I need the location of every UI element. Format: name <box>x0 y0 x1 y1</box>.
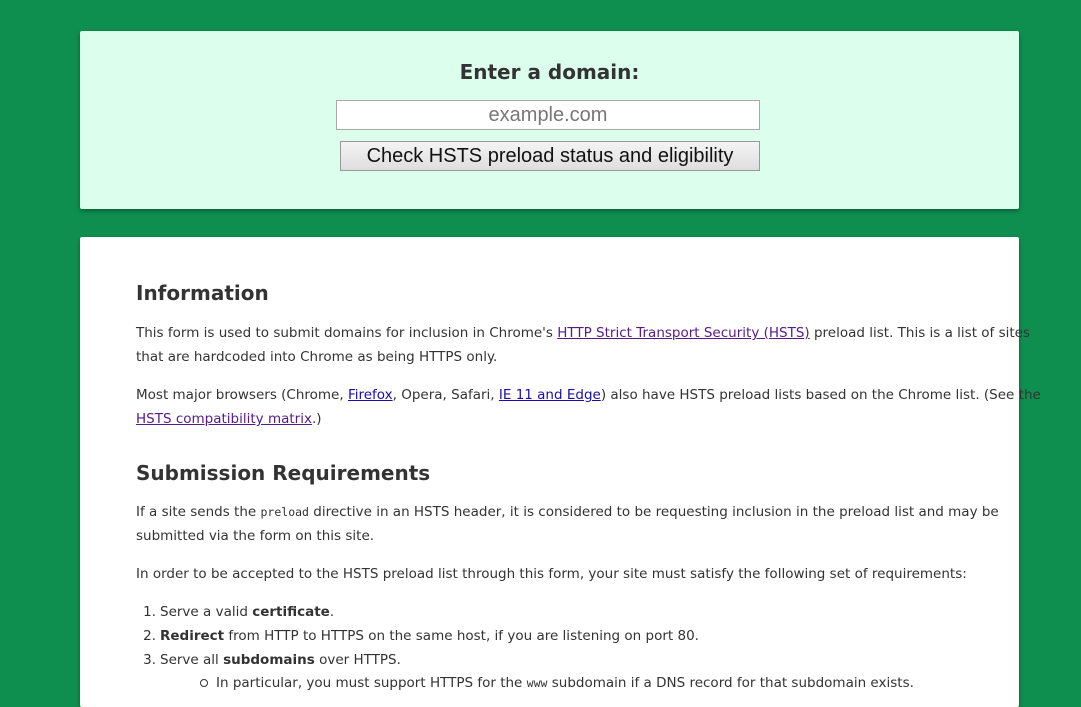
text-span: . <box>329 604 335 620</box>
check-status-button[interactable]: Check HSTS preload status and eligibilit… <box>340 141 760 171</box>
firefox-link[interactable]: Firefox <box>348 387 393 403</box>
text-span: over HTTPS. <box>314 652 401 668</box>
information-paragraph-2-line-2: HSTS compatibility matrix.) <box>136 407 322 431</box>
requirements-paragraph-2: In order to be accepted to the HSTS prel… <box>136 566 967 582</box>
text-span: from HTTP to HTTPS on the same host, if … <box>224 628 699 644</box>
sub-list-item: In particular, you must support HTTPS fo… <box>216 671 914 695</box>
bold-text: Redirect <box>160 628 225 644</box>
circle-bullet-icon <box>200 679 208 687</box>
information-paragraph-1-line-2: that are hardcoded into Chrome as being … <box>136 349 498 365</box>
text-span: directive in an HSTS header, it is consi… <box>308 504 999 520</box>
text-span: ) also have HSTS preload lists based on … <box>600 387 1041 403</box>
text-span: subdomain if a DNS record for that subdo… <box>547 675 914 691</box>
text-span: In particular, you must support HTTPS fo… <box>216 675 527 691</box>
text-span: Most major browsers (Chrome, <box>136 387 348 403</box>
preload-code: preload <box>260 505 309 519</box>
text-span: Serve a valid <box>160 604 253 620</box>
list-number: 2. <box>143 628 156 644</box>
list-item: 3. Serve all subdomains over HTTPS. <box>136 648 401 672</box>
text-span: .) <box>311 411 322 427</box>
information-heading: Information <box>136 281 269 305</box>
form-title: Enter a domain: <box>459 60 640 84</box>
text-span: , Opera, Safari, <box>392 387 499 403</box>
information-paragraph-2: Most major browsers (Chrome, Firefox, Op… <box>136 383 1041 407</box>
information-paragraph-1: This form is used to submit domains for … <box>136 321 1030 345</box>
requirements-paragraph-1-line-2: submitted via the form on this site. <box>136 528 375 544</box>
bold-text: subdomains <box>223 652 315 668</box>
text-span: preload list. This is a list of sites <box>809 325 1031 341</box>
domain-form-panel: Enter a domain: Check HSTS preload statu… <box>80 31 1019 209</box>
info-panel: Information This form is used to submit … <box>80 237 1041 707</box>
bold-text: certificate <box>252 604 330 620</box>
compatibility-matrix-link[interactable]: HSTS compatibility matrix <box>136 411 312 427</box>
domain-input[interactable] <box>336 100 760 130</box>
text-span: Serve all <box>160 652 224 668</box>
list-number: 3. <box>143 652 156 668</box>
text-span: If a site sends the <box>136 504 261 520</box>
requirements-paragraph-1: If a site sends the preload directive in… <box>136 500 999 524</box>
hsts-link[interactable]: HTTP Strict Transport Security (HSTS) <box>557 325 809 341</box>
requirements-heading: Submission Requirements <box>136 461 431 485</box>
list-number: 1. <box>143 604 156 620</box>
list-item: 1. Serve a valid certificate. <box>136 600 334 624</box>
ie-edge-link[interactable]: IE 11 and Edge <box>499 387 601 403</box>
text-span: This form is used to submit domains for … <box>136 325 558 341</box>
list-item: 2. Redirect from HTTP to HTTPS on the sam… <box>136 624 699 648</box>
